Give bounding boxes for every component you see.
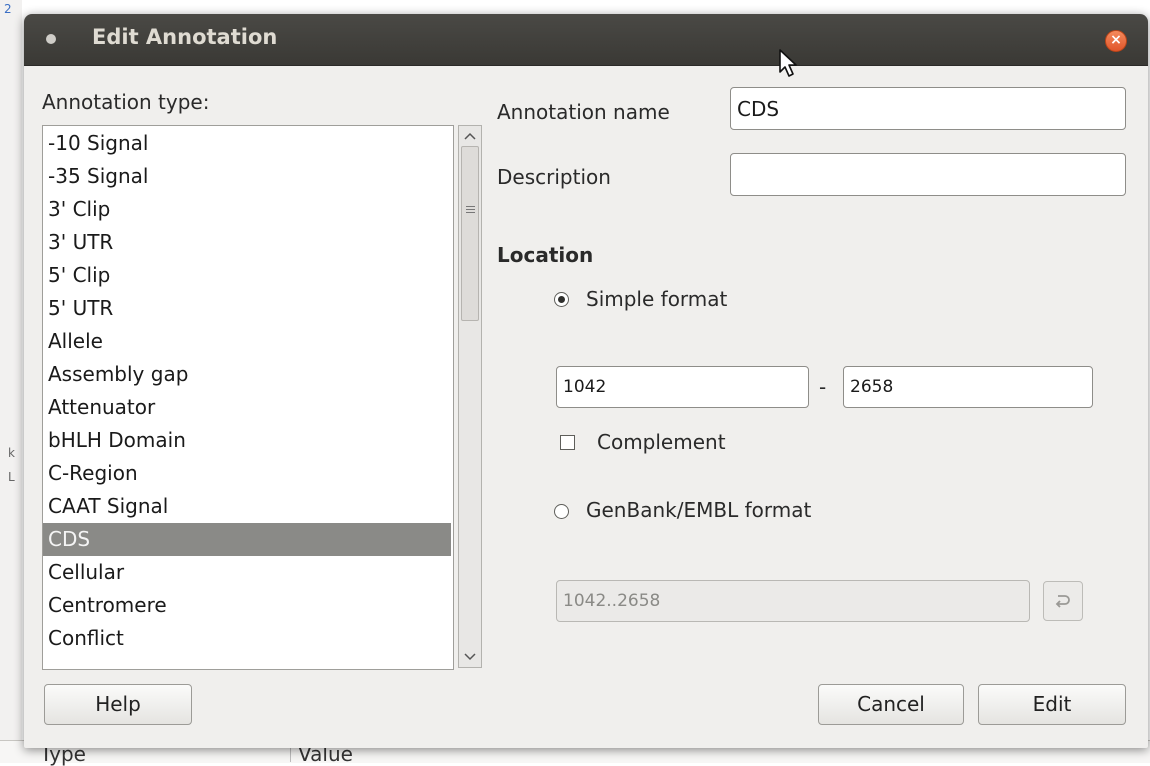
list-item[interactable]: Assembly gap — [43, 358, 451, 391]
scroll-thumb[interactable] — [461, 146, 479, 321]
list-item-selected[interactable]: CDS — [43, 523, 451, 556]
close-icon: × — [1110, 32, 1122, 48]
genbank-format-label[interactable]: GenBank/EMBL format — [586, 498, 811, 522]
end-position-input[interactable] — [843, 366, 1093, 408]
list-scrollbar[interactable] — [458, 125, 482, 668]
mouse-cursor-icon — [779, 49, 797, 77]
list-item[interactable]: Attenuator — [43, 391, 451, 424]
list-item[interactable]: bHLH Domain — [43, 424, 451, 457]
list-item[interactable]: Cellular — [43, 556, 451, 589]
background-mark: L — [8, 470, 15, 484]
window-menu-icon[interactable] — [46, 34, 56, 44]
description-label: Description — [497, 165, 611, 189]
edit-button[interactable]: Edit — [978, 684, 1126, 725]
apply-genbank-button — [1043, 581, 1083, 621]
range-separator: - — [819, 375, 827, 399]
simple-format-radio[interactable] — [554, 292, 569, 307]
grip-icon — [466, 206, 475, 213]
location-heading: Location — [497, 243, 594, 267]
chevron-up-icon — [464, 132, 476, 140]
close-button[interactable]: × — [1105, 30, 1127, 52]
list-item[interactable]: Conflict — [43, 622, 451, 655]
list-item[interactable]: C-Region — [43, 457, 451, 490]
scroll-down-button[interactable] — [459, 647, 481, 667]
background-mark: 2 — [4, 2, 12, 16]
dialog-titlebar[interactable]: Edit Annotation × — [24, 14, 1148, 66]
help-button[interactable]: Help — [44, 684, 192, 725]
complement-label[interactable]: Complement — [597, 430, 726, 454]
background-mark: k — [8, 446, 15, 460]
background-window-left — [0, 0, 22, 762]
list-item[interactable]: -10 Signal — [43, 127, 451, 160]
background-window-top — [0, 0, 1150, 14]
genbank-location-input — [556, 580, 1030, 622]
return-arrow-icon — [1055, 595, 1070, 608]
simple-format-label[interactable]: Simple format — [586, 287, 727, 311]
dialog-title: Edit Annotation — [92, 25, 278, 49]
chevron-down-icon — [464, 653, 476, 661]
list-item[interactable]: Centromere — [43, 589, 451, 622]
description-input[interactable] — [730, 153, 1126, 196]
list-item[interactable]: Allele — [43, 325, 451, 358]
scroll-up-button[interactable] — [459, 126, 481, 146]
annotation-name-input[interactable] — [730, 87, 1126, 130]
list-item[interactable]: -35 Signal — [43, 160, 451, 193]
list-item[interactable]: 5' Clip — [43, 259, 451, 292]
list-item[interactable]: 3' UTR — [43, 226, 451, 259]
start-position-input[interactable] — [556, 366, 809, 408]
annotation-name-label: Annotation name — [497, 100, 670, 124]
cancel-button[interactable]: Cancel — [818, 684, 964, 725]
genbank-format-radio[interactable] — [554, 504, 569, 519]
annotation-type-label: Annotation type: — [42, 90, 210, 114]
list-item[interactable]: CAAT Signal — [43, 490, 451, 523]
annotation-type-list[interactable]: -10 Signal -35 Signal 3' Clip 3' UTR 5' … — [42, 125, 454, 670]
edit-annotation-dialog: Edit Annotation × Annotation type: -10 S… — [24, 14, 1148, 748]
list-item[interactable]: 5' UTR — [43, 292, 451, 325]
list-item[interactable]: 3' Clip — [43, 193, 451, 226]
complement-checkbox[interactable] — [560, 435, 575, 450]
